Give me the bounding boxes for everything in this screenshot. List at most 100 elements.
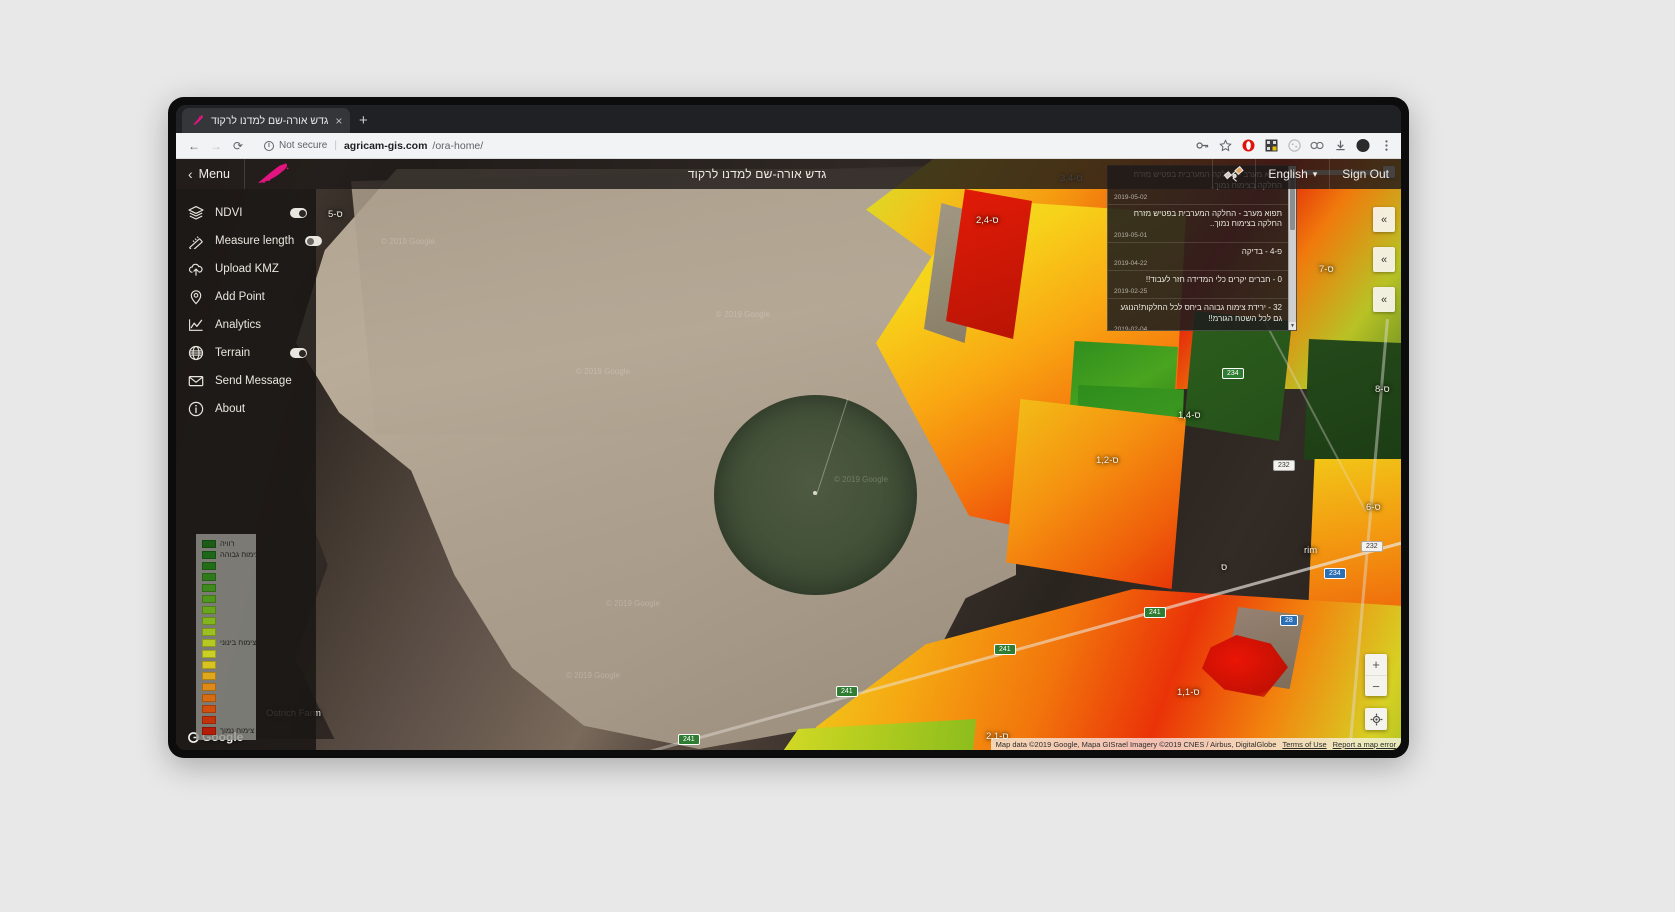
site-info-icon[interactable]: i bbox=[264, 140, 274, 151]
sign-out-button[interactable]: Sign Out bbox=[1329, 159, 1401, 189]
language-label: English bbox=[1268, 167, 1308, 181]
tab-close-icon[interactable]: × bbox=[335, 115, 342, 127]
map-attribution: Map data ©2019 Google, Mapa GISrael Imag… bbox=[990, 738, 1401, 750]
envelope-icon bbox=[188, 373, 204, 389]
message-item[interactable]: 32 - ירידת צימוח גבוהה ביחס לכל החלקות!ה… bbox=[1108, 299, 1288, 331]
message-item[interactable]: פ-4 - בדיקה 2019-04-22 bbox=[1108, 243, 1288, 271]
legend-swatch bbox=[202, 616, 216, 625]
messages-scrollbar[interactable]: ▲ ▼ bbox=[1288, 166, 1296, 330]
sidebar-item-add-point[interactable]: Add Point bbox=[176, 283, 316, 311]
messages-panel[interactable]: תפוא מערב - החלקה המערבית בפטיש מזרח החל… bbox=[1107, 165, 1297, 331]
sidebar-toggle-measure-length[interactable] bbox=[305, 236, 323, 246]
satellite-layer-button[interactable] bbox=[1212, 159, 1255, 189]
message-date: 2019-04-22 bbox=[1114, 259, 1148, 267]
collapse-panel-button-1[interactable]: « bbox=[1373, 207, 1395, 232]
sidebar-item-label: Add Point bbox=[215, 291, 265, 303]
chrome-menu-icon[interactable] bbox=[1379, 139, 1393, 153]
menu-toggle-button[interactable]: ‹ Menu bbox=[176, 159, 244, 189]
profile-avatar-icon[interactable] bbox=[1356, 138, 1370, 153]
ndvi-parcel-mid-orange bbox=[1006, 399, 1186, 589]
browser-window: גדש אורה-שם למדנו לרקוד × + ← → ⟳ i Not … bbox=[176, 105, 1401, 750]
language-selector[interactable]: English ▾ bbox=[1255, 159, 1329, 189]
address-bar[interactable]: i Not secure | agricam-gis.com /ora-home… bbox=[256, 136, 1189, 155]
legend-row bbox=[199, 604, 253, 615]
scroll-down-arrow[interactable]: ▼ bbox=[1289, 322, 1296, 330]
sidebar-item-send-message[interactable]: Send Message bbox=[176, 367, 316, 395]
collapse-panel-button-3[interactable]: « bbox=[1373, 287, 1395, 312]
legend-swatch bbox=[202, 638, 216, 647]
legend-label: צימוח נמוך bbox=[220, 725, 255, 735]
sidebar-item-label: Upload KMZ bbox=[215, 263, 279, 275]
app-header: ‹ Menu גדש אורה-שם למדנו לרקוד English ▾… bbox=[176, 159, 1401, 189]
browser-tab-title: גדש אורה-שם למדנו לרקוד bbox=[211, 114, 329, 127]
back-button[interactable]: ← bbox=[184, 136, 204, 156]
terms-of-use-link[interactable]: Terms of Use bbox=[1282, 740, 1326, 749]
report-map-error-link[interactable]: Report a map error bbox=[1333, 740, 1396, 749]
legend-row bbox=[199, 593, 253, 604]
zoom-in-button[interactable]: + bbox=[1365, 654, 1387, 675]
key-icon[interactable] bbox=[1195, 139, 1209, 153]
message-item[interactable]: תפוא מערב - החלקה המערבית בפטיש מזרח החל… bbox=[1108, 205, 1288, 244]
url-path: /ora-home/ bbox=[432, 139, 484, 152]
message-date: 2019-02-04 bbox=[1114, 326, 1148, 331]
sidebar-item-measure-length[interactable]: Measure length bbox=[176, 227, 323, 255]
zoom-out-button[interactable]: − bbox=[1365, 675, 1387, 696]
sidebar-item-label: NDVI bbox=[215, 207, 243, 219]
reload-button[interactable]: ⟳ bbox=[228, 136, 248, 156]
sidebar-item-label: Send Message bbox=[215, 375, 292, 387]
collapse-panel-button-2[interactable]: « bbox=[1373, 247, 1395, 272]
sidebar-item-ndvi[interactable]: NDVI bbox=[176, 199, 316, 227]
legend-swatch bbox=[202, 660, 216, 669]
globe-icon bbox=[188, 345, 204, 361]
legend-row bbox=[199, 659, 253, 670]
url-separator: | bbox=[334, 140, 337, 151]
message-date: 2019-02-25 bbox=[1114, 287, 1148, 295]
legend-swatch bbox=[202, 682, 216, 691]
web-app-viewport: ס-5ס-3,4ס-2,4ס-7ס-1,4ס-8ס-1,2ס-6ס-1,1ס-2… bbox=[176, 159, 1401, 750]
sidebar-toggle-ndvi[interactable] bbox=[290, 208, 307, 218]
layers-icon bbox=[188, 205, 204, 221]
bookmark-star-icon[interactable] bbox=[1218, 139, 1232, 153]
legend-swatch bbox=[202, 671, 216, 680]
sidebar-toggle-terrain[interactable] bbox=[290, 348, 307, 358]
road-shield: 234 bbox=[1324, 568, 1346, 579]
sidebar-item-terrain[interactable]: Terrain bbox=[176, 339, 316, 367]
legend-row: צימוח בינוני bbox=[199, 637, 256, 648]
legend-swatch bbox=[202, 583, 216, 592]
toggle-knob bbox=[298, 209, 306, 217]
forward-button: → bbox=[210, 138, 222, 153]
ruler-icon bbox=[188, 233, 204, 249]
locate-me-button[interactable] bbox=[1365, 708, 1387, 730]
chart-line-icon bbox=[188, 317, 204, 333]
link-extension-icon[interactable] bbox=[1310, 139, 1324, 153]
app-logo[interactable] bbox=[243, 159, 302, 189]
road-shield: 232 bbox=[1361, 541, 1383, 552]
message-text: 0 - חברים יקרים כלי המדידה חזר לעבוד!! bbox=[1145, 274, 1282, 284]
legend-row bbox=[199, 560, 253, 571]
qr-extension-icon[interactable] bbox=[1264, 139, 1278, 153]
road-shield: 241 bbox=[1144, 607, 1166, 618]
sidebar-item-analytics[interactable]: Analytics bbox=[176, 311, 316, 339]
legend-swatch bbox=[202, 715, 216, 724]
sign-out-label: Sign Out bbox=[1342, 167, 1389, 181]
menu-label: Menu bbox=[198, 167, 230, 181]
opera-extension-icon[interactable] bbox=[1241, 139, 1255, 153]
legend-row: רוויה bbox=[199, 538, 253, 549]
legend-row bbox=[199, 670, 253, 681]
security-status-label: Not secure bbox=[279, 140, 328, 151]
browser-tab[interactable]: גדש אורה-שם למדנו לרקוד × bbox=[182, 108, 351, 133]
ndvi-parcel-right-darkgreen bbox=[1304, 339, 1401, 467]
circle-extension-icon[interactable] bbox=[1287, 139, 1301, 153]
new-tab-button[interactable]: + bbox=[350, 108, 376, 133]
sidebar-item-label: Terrain bbox=[215, 347, 251, 359]
sidebar-item-upload-kmz[interactable]: Upload KMZ bbox=[176, 255, 316, 283]
map-zoom-controls[interactable]: + − bbox=[1365, 654, 1387, 696]
message-date: 2019-05-01 bbox=[1114, 232, 1148, 240]
message-item[interactable]: 0 - חברים יקרים כלי המדידה חזר לעבוד!! 20… bbox=[1108, 271, 1288, 299]
legend-label: צימוח גבוהה bbox=[220, 549, 260, 559]
download-icon[interactable] bbox=[1333, 139, 1347, 153]
sidebar-item-about[interactable]: About bbox=[176, 395, 316, 423]
message-date: 2019-05-02 bbox=[1114, 193, 1148, 201]
message-text: תפוא מערב - החלקה המערבית בפטיש מזרח החל… bbox=[1133, 208, 1282, 229]
map-pin-icon bbox=[188, 289, 204, 305]
